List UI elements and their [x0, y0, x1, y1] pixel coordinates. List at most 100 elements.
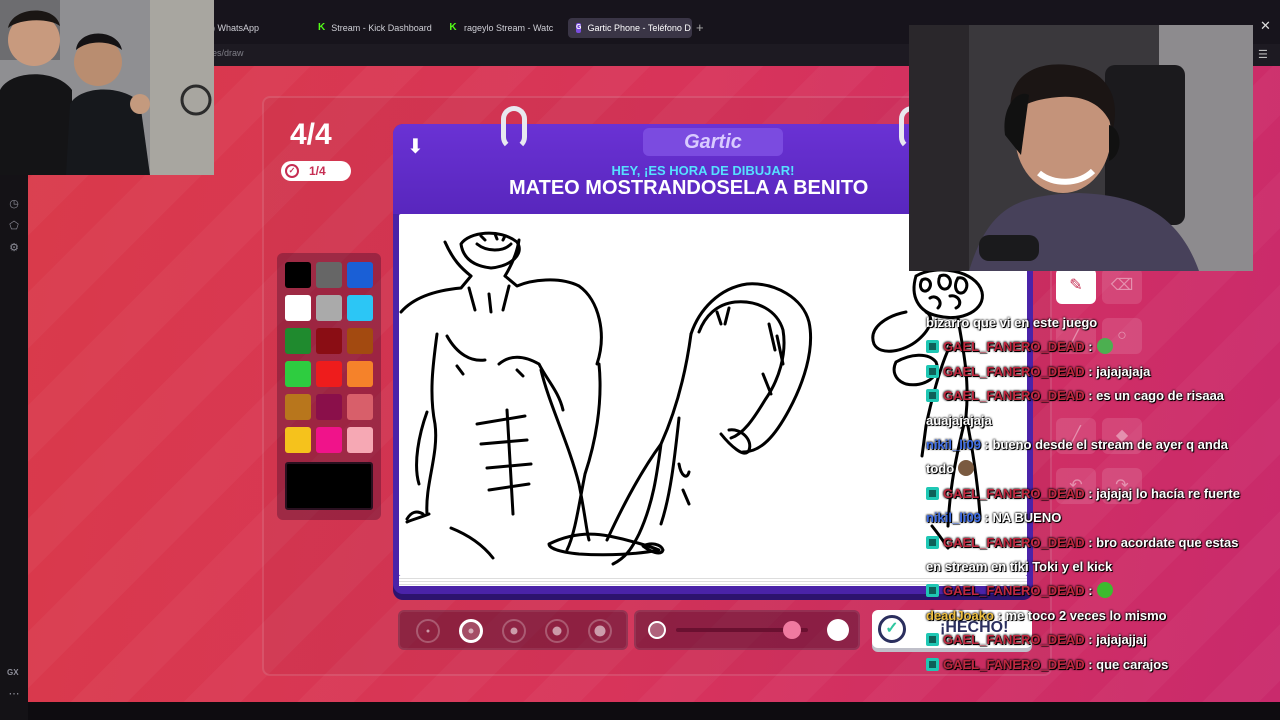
check-icon: ✓ — [285, 164, 299, 178]
chat-text: auajajajaja — [926, 412, 992, 428]
tab-gartic-phone[interactable]: G Gartic Phone - Teléfono D — [568, 18, 692, 38]
color-swatch[interactable] — [316, 427, 342, 453]
color-swatch[interactable] — [316, 295, 342, 321]
chat-message: GAEL_FANERO_DEAD : jajajajaja — [926, 361, 1266, 383]
color-swatch[interactable] — [285, 262, 311, 288]
tab-whatsapp[interactable]: ) WhatsApp — [204, 18, 304, 38]
url-text[interactable]: es/draw — [212, 48, 244, 58]
brush-size-option[interactable] — [502, 619, 526, 643]
emote-icon — [958, 460, 975, 477]
check-icon: ✓ — [878, 615, 906, 643]
chat-username: GAEL_FANERO_DEAD — [943, 485, 1085, 501]
chat-text: : jajajaj lo hacía re fuerte — [1088, 485, 1240, 501]
color-swatch[interactable] — [347, 295, 373, 321]
progress-pill: ✓ 1/4 — [281, 161, 351, 181]
tab-rageylo-stream-label: rageylo Stream - Watc — [464, 23, 554, 33]
chat-message: bizarro que vi en este juego — [926, 312, 1266, 334]
tab-kick-dashboard-label: Stream - Kick Dashboard — [331, 23, 432, 33]
chat-message: GAEL_FANERO_DEAD : bro acordate que esta… — [926, 532, 1266, 554]
tab-rageylo-stream[interactable]: K rageylo Stream - Watc — [440, 18, 562, 38]
chat-text: : bro acordate que estas — [1088, 534, 1239, 550]
chat-username: GAEL_FANERO_DEAD — [943, 656, 1085, 672]
badge-icon — [926, 340, 939, 354]
pencil-tool[interactable]: ✎ — [1056, 268, 1096, 304]
download-icon[interactable]: ⬇ — [407, 134, 424, 159]
gx-logo: GX — [7, 668, 19, 677]
chat-text: : NA BUENO — [984, 510, 1062, 526]
chat-username: GAEL_FANERO_DEAD — [943, 583, 1085, 599]
color-swatch[interactable] — [285, 427, 311, 453]
chat-message: GAEL_FANERO_DEAD : — [926, 580, 1266, 602]
chat-message: nikil_li09 : NA BUENO — [926, 507, 1266, 529]
brush-size-dot — [510, 627, 518, 635]
chat-text: : me toco 2 veces lo mismo — [997, 607, 1167, 623]
color-swatch[interactable] — [347, 394, 373, 420]
chat-username: GAEL_FANERO_DEAD — [943, 534, 1085, 550]
badge-icon — [926, 584, 939, 598]
round-counter: 4/4 — [290, 118, 332, 151]
tab-gartic-phone-label: Gartic Phone - Teléfono D — [587, 23, 691, 33]
chat-username: GAEL_FANERO_DEAD — [943, 632, 1085, 648]
chat-username: GAEL_FANERO_DEAD — [943, 339, 1085, 355]
brush-size-dot — [594, 625, 606, 637]
brush-size-option[interactable] — [459, 619, 483, 643]
color-swatch[interactable] — [347, 262, 373, 288]
color-swatch[interactable] — [316, 361, 342, 387]
kick-icon: K — [318, 22, 326, 33]
webcam-guests-image — [0, 0, 214, 175]
extensions-icon[interactable]: ⬠ — [8, 220, 20, 232]
tab-kick-dashboard[interactable]: K Stream - Kick Dashboard — [310, 18, 436, 38]
eraser-tool[interactable]: ⌫ — [1102, 268, 1142, 304]
opacity-max-knob[interactable] — [827, 619, 849, 641]
webcam-streamer-image — [909, 25, 1253, 271]
opacity-min-knob[interactable] — [648, 621, 666, 639]
badge-icon — [926, 657, 939, 671]
new-tab-button[interactable]: + — [696, 20, 704, 35]
color-swatch[interactable] — [347, 361, 373, 387]
chat-text: todo — [926, 461, 955, 477]
chat-username: deadJoako — [926, 607, 994, 623]
badge-icon — [926, 535, 939, 549]
chat-message: en stream en tiki Toki y el kick — [926, 556, 1266, 578]
settings-icon[interactable]: ⚙ — [8, 242, 20, 254]
badge-icon — [926, 364, 939, 378]
color-swatch[interactable] — [316, 394, 342, 420]
chat-message: GAEL_FANERO_DEAD : jajajaj lo hacía re f… — [926, 483, 1266, 505]
chat-message: auajajajaja — [926, 410, 1266, 432]
chat-message: deadJoako : me toco 2 veces lo mismo — [926, 605, 1266, 627]
menu-icon[interactable]: ☰ — [1258, 48, 1268, 61]
color-swatch[interactable] — [285, 394, 311, 420]
more-icon[interactable]: ⋯ — [8, 688, 20, 700]
chat-text: : bueno desde el stream de ayer q anda — [984, 437, 1229, 452]
brush-size-option[interactable] — [588, 619, 612, 643]
history-icon[interactable]: ◷ — [8, 198, 20, 210]
brush-size-option[interactable] — [416, 619, 440, 643]
current-color — [285, 462, 373, 510]
webcam-streamer — [909, 25, 1253, 271]
color-swatch[interactable] — [316, 262, 342, 288]
emote-icon — [1096, 582, 1113, 599]
brush-size-dot — [468, 628, 474, 634]
chat-username: GAEL_FANERO_DEAD — [943, 363, 1085, 379]
chat-message: todo — [926, 458, 1266, 480]
gartic-logo: Gartic — [643, 128, 783, 156]
color-swatch[interactable] — [347, 427, 373, 453]
color-swatch[interactable] — [347, 328, 373, 354]
color-swatch[interactable] — [316, 328, 342, 354]
chat-text: : es un cago de risaaa — [1088, 388, 1225, 404]
progress-text: 1/4 — [309, 164, 326, 178]
gartic-icon: G — [576, 23, 582, 33]
webcam-guests — [0, 0, 214, 175]
emote-icon — [1096, 338, 1113, 355]
chat-text: bizarro que vi en este juego — [926, 315, 1098, 330]
color-swatch[interactable] — [285, 295, 311, 321]
chat-message: GAEL_FANERO_DEAD : jajajajjaj — [926, 629, 1266, 651]
color-swatch[interactable] — [285, 328, 311, 354]
close-window-button[interactable]: ✕ — [1260, 18, 1271, 34]
color-swatch[interactable] — [285, 361, 311, 387]
chat-username: GAEL_FANERO_DEAD — [943, 388, 1085, 404]
brush-size-option[interactable] — [545, 619, 569, 643]
chat-message: GAEL_FANERO_DEAD : que carajos — [926, 654, 1266, 676]
chat-text: : — [1088, 339, 1093, 355]
brush-size-dot — [426, 629, 430, 633]
